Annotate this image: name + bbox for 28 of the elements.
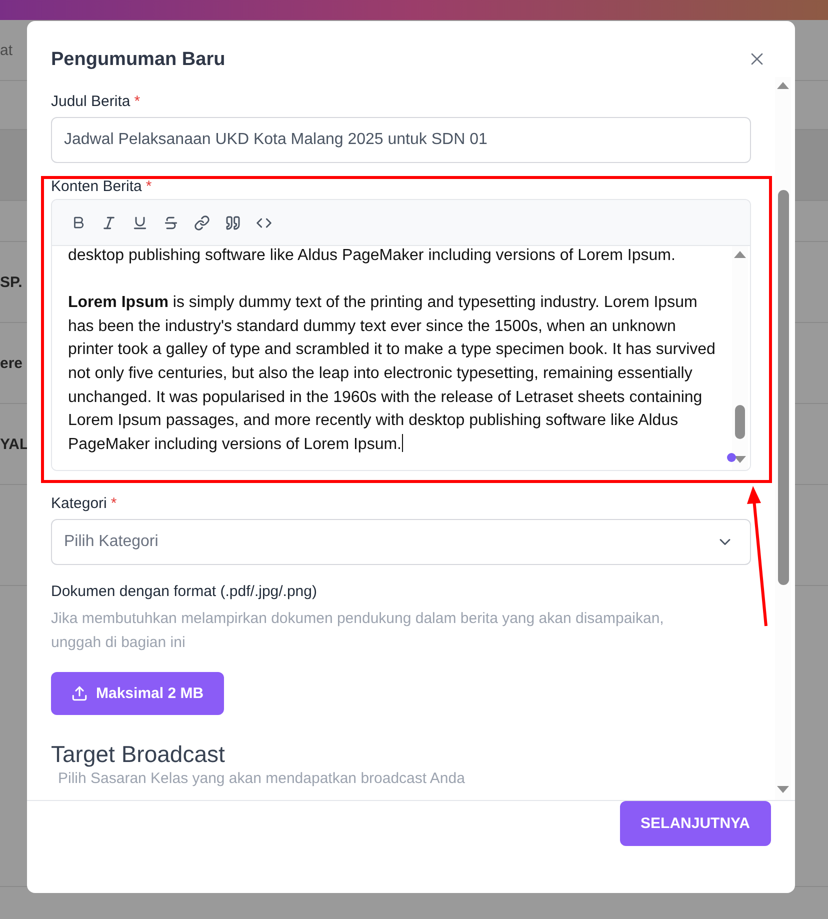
section-title: Target Broadcast bbox=[51, 741, 226, 768]
field-label: Konten Berita * bbox=[51, 178, 153, 195]
scroll-down-icon[interactable] bbox=[733, 456, 747, 464]
field-label: Kategori * bbox=[51, 495, 118, 512]
title-input[interactable]: Jadwal Pelaksanaan UKD Kota Malang 2025 untuk SDN 01 bbox=[51, 117, 751, 163]
section-subtitle: Pilih Sasaran Kelas yang akan mendapatkan broadcast Anda bbox=[57, 770, 466, 787]
background-text: SP. bbox=[0, 274, 22, 290]
background-text: ere bbox=[0, 354, 23, 372]
editor-paragraph: desktop publishing software like Aldus PageMaker including versions of Lorem Ipsum. bbox=[68, 246, 676, 266]
modal-title: Pengumuman Baru bbox=[51, 49, 226, 71]
category-select[interactable]: Pilih Kategori bbox=[51, 519, 751, 565]
rich-text-editor[interactable] bbox=[51, 199, 751, 471]
scrollbar-thumb[interactable] bbox=[735, 405, 745, 439]
upload-button[interactable]: Maksimal 2 MB bbox=[51, 672, 224, 715]
background-text: at bbox=[0, 42, 13, 58]
quote-icon[interactable] bbox=[224, 214, 242, 232]
link-icon[interactable] bbox=[193, 214, 211, 232]
scroll-up-icon[interactable] bbox=[733, 250, 747, 258]
scroll-down-icon[interactable] bbox=[776, 786, 790, 794]
next-button[interactable]: SELANJUTNYA bbox=[620, 801, 771, 846]
editor-paragraph: Lorem Ipsum is simply dummy text of the printing and typesetting industry. Lorem Ipsum has been the industry's standard dummy text ever since the 1500s, when an unknown printer took a galley of type and scrambled it to make a type specimen book. It has survived not only five centuries, but also the leap into electronic typesetting, remaining essentially unchanged. It was popularised in the 1960s with the release of Letraset sheets containing Lorem Ipsum passages, and more recently with desktop publishing software like Aldus PageMaker including versions of Lorem Ipsum. bbox=[68, 293, 716, 455]
background-text: YAL bbox=[0, 436, 29, 452]
scrollbar-thumb[interactable] bbox=[778, 190, 788, 585]
help-text: Jika membutuhkan melampirkan dokumen pendukung dalam berita yang akan disampaikan, unggah di bagian ini bbox=[51, 609, 665, 653]
field-label: Judul Berita * bbox=[51, 93, 142, 110]
upload-icon bbox=[71, 685, 88, 702]
scroll-up-icon[interactable] bbox=[776, 81, 790, 89]
field-label: Dokumen dengan format (.pdf/.jpg/.png) bbox=[51, 583, 318, 600]
